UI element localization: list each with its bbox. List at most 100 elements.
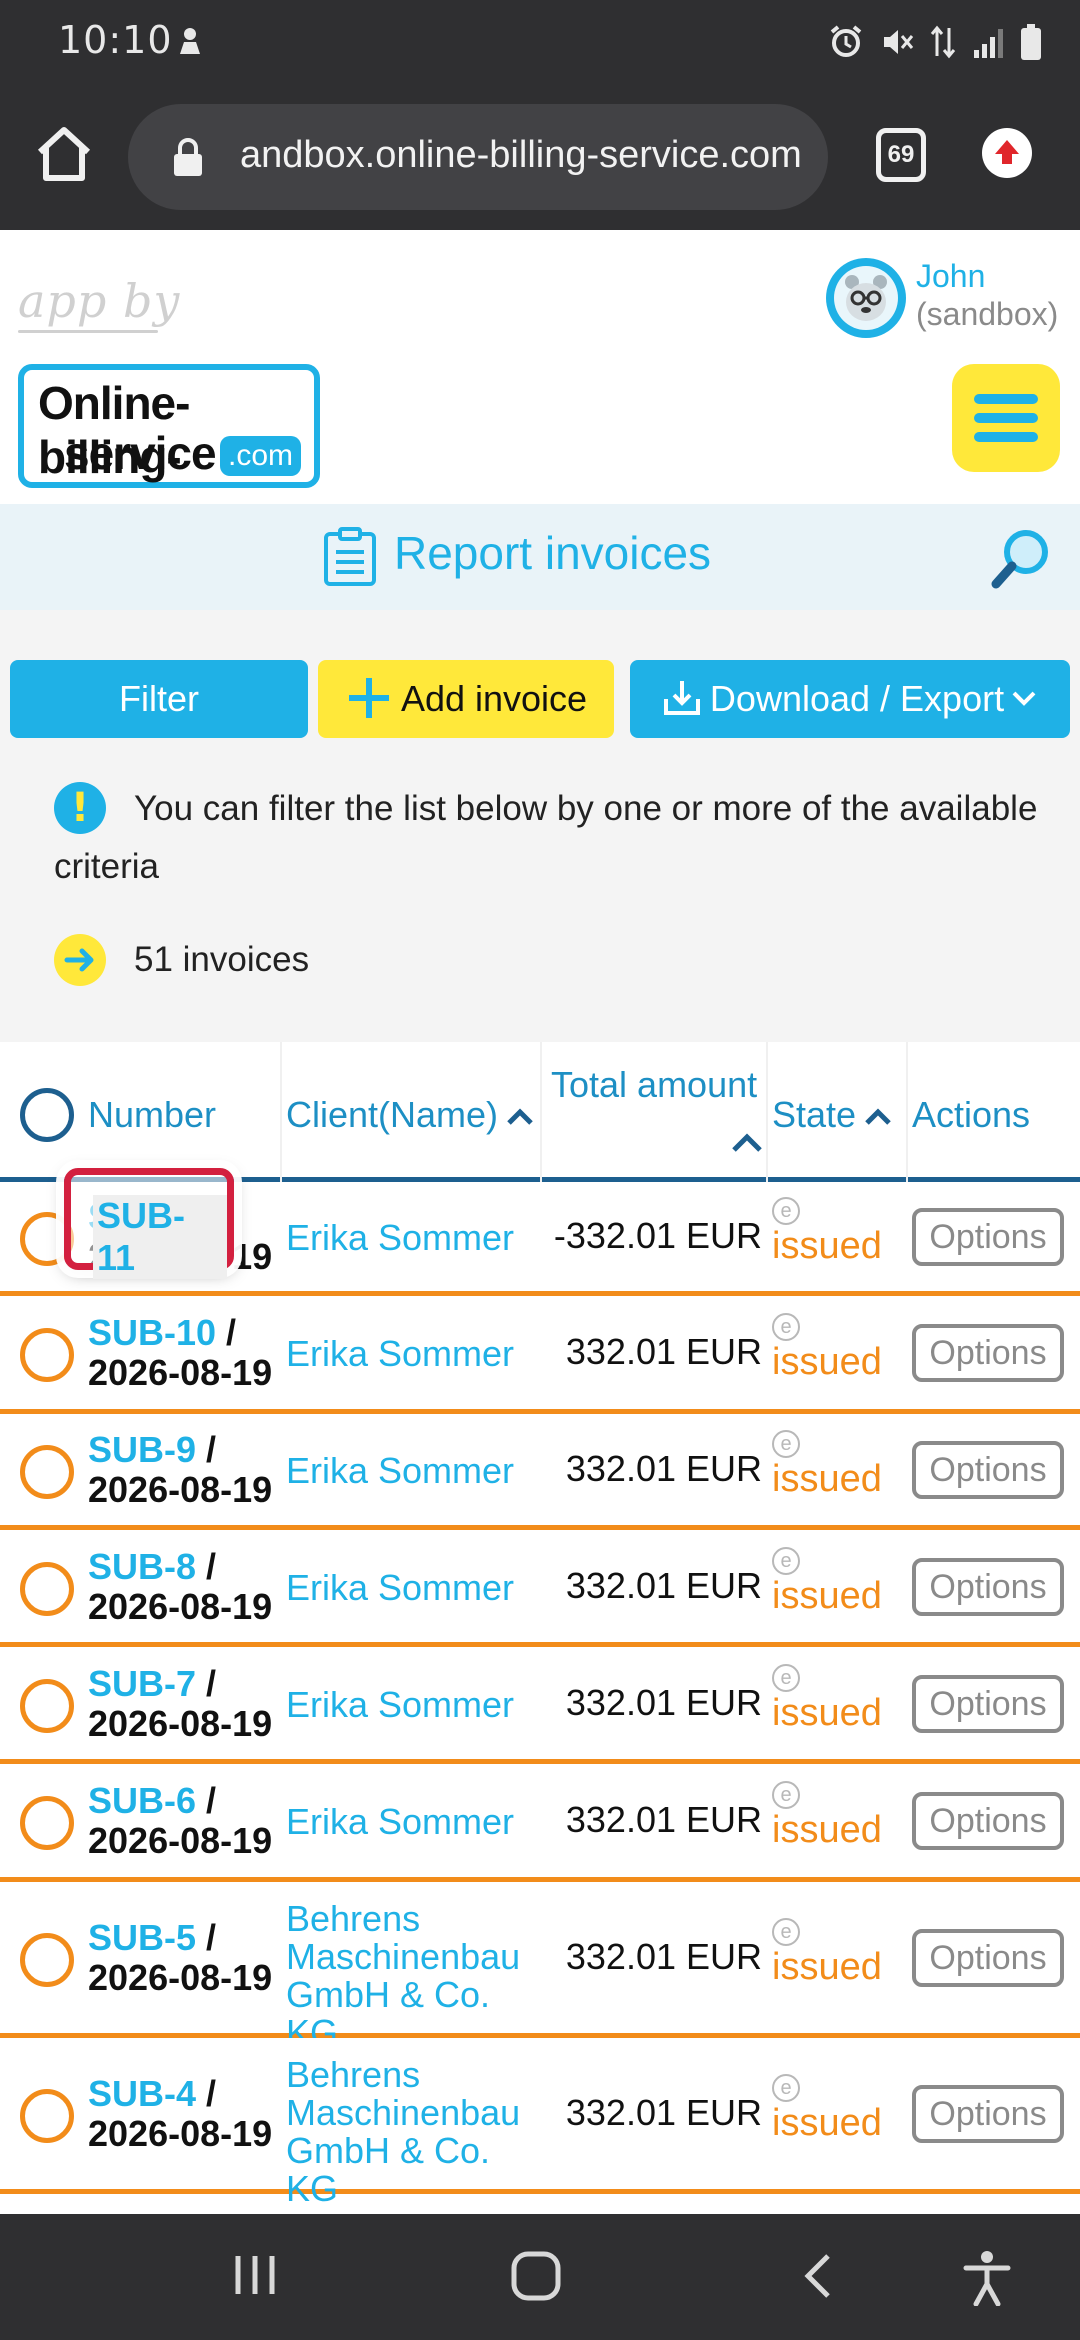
table-row[interactable]: SUB-10 /2026-08-19 Erika Sommer 332.01 EUR… [0,1296,1080,1414]
invoice-number-link[interactable]: SUB-7 [88,1663,196,1704]
tab-switcher-button[interactable]: 69 [876,128,926,182]
column-state: State [772,1094,857,1135]
invoice-number-cell: SUB-7 /2026-08-19 [88,1662,273,1744]
invoice-date: 2026-08-19 [88,1585,273,1627]
user-environment: (sandbox) [916,296,1059,332]
status-time: 10:10 [58,18,173,62]
user-name: John [916,258,986,294]
table-row[interactable]: SUB-4 /2026-08-19 Behrens Maschinenbau Gm… [0,2038,1080,2208]
invoice-number-link[interactable]: SUB-4 [88,2073,196,2114]
client-name-link[interactable]: Behrens Maschinenbau GmbH & Co. KG [286,2056,546,2208]
arrow-right-icon [54,934,106,986]
mute-icon [884,30,914,54]
e-invoice-icon: e [772,1197,800,1225]
options-button[interactable]: Options [912,1929,1064,1987]
sort-asc-icon[interactable] [730,1132,764,1154]
accessibility-icon[interactable] [962,2250,1012,2306]
client-name-link[interactable]: Erika Sommer [286,1685,546,1724]
column-separator [280,1042,282,1182]
hamburger-menu-button[interactable] [952,364,1060,472]
row-select-radio[interactable] [20,1678,74,1733]
invoice-date: 2026-08-19 [88,1702,273,1744]
status-icons [828,20,1042,64]
state-cell: e issued [772,1781,882,1852]
column-state-header[interactable]: State [772,1094,892,1136]
add-invoice-button[interactable]: Add invoice [318,660,614,738]
clipboard-icon [324,527,376,586]
search-icon[interactable] [988,526,1054,592]
table-row[interactable]: SUB-5 /2026-08-19 Behrens Maschinenbau Gm… [0,1882,1080,2052]
client-name-link[interactable]: Erika Sommer [286,1452,546,1490]
client-name-link[interactable]: Erika Sommer [286,1219,546,1257]
options-button[interactable]: Options [912,1208,1064,1266]
notification-icon [180,28,200,54]
address-bar[interactable]: andbox.online-billing-service.com [128,104,828,210]
invoice-number-link[interactable]: SUB-6 [88,1780,196,1821]
row-select-radio[interactable] [20,1445,74,1499]
table-row[interactable]: SUB-6 /2026-08-19 Erika Sommer 332.01 EUR e… [0,1764,1080,1882]
alarm-icon [830,25,862,57]
state-label: issued [772,1225,882,1267]
total-amount: 332.01 EUR [565,1331,762,1372]
options-button[interactable]: Options [912,2085,1064,2143]
column-total[interactable]: Total amount [551,1064,757,1106]
row-select-radio[interactable] [20,1328,74,1382]
column-client-header[interactable]: Client(Name) [286,1094,534,1136]
invoice-number-link[interactable]: SUB-8 [88,1546,196,1587]
invoice-number-link[interactable]: SUB-5 [88,1917,196,1958]
system-nav-bar [0,2214,1080,2340]
client-name-link[interactable]: Behrens Maschinenbau GmbH & Co. KG [286,1900,546,2052]
column-client: Client(Name) [286,1094,499,1135]
client-name-link[interactable]: Erika Sommer [286,1803,546,1841]
state-label: issued [772,1458,882,1500]
url-text: andbox.online-billing-service.com [240,134,802,176]
row-select-radio[interactable] [20,1933,74,1987]
client-name-link[interactable]: Erika Sommer [286,1568,546,1607]
logo-com: .com [220,436,302,476]
invoice-number-link[interactable]: SUB-10 [88,1312,216,1353]
highlight-label[interactable]: SUB-11 [93,1195,227,1279]
invoice-number-link[interactable]: SUB-9 [88,1429,196,1470]
column-actions: Actions [912,1094,1031,1135]
home-icon[interactable] [32,122,96,186]
row-select-radio[interactable] [20,2089,74,2143]
table-row[interactable]: SUB-7 /2026-08-19 Erika Sommer 332.01 EUR e… [0,1647,1080,1764]
invoice-number-cell: SUB-6 /2026-08-19 [88,1780,273,1861]
state-cell: e issued [772,1546,882,1618]
options-button[interactable]: Options [912,1792,1064,1850]
filter-button[interactable]: Filter [10,660,308,738]
signal-icon [974,29,1003,58]
row-select-radio[interactable] [20,1561,74,1616]
client-name-link[interactable]: Erika Sommer [286,1335,546,1373]
invoice-date: 2026-08-19 [88,2113,273,2154]
state-cell: e issued [772,1918,882,1989]
state-cell: e issued [772,1197,882,1268]
options-button[interactable]: Options [912,1441,1064,1499]
download-export-button[interactable]: Download / Export [630,660,1070,738]
sort-asc-icon [865,1108,891,1126]
invoice-date: 2026-08-19 [88,1352,273,1393]
recent-apps-icon[interactable] [232,2250,278,2300]
back-icon[interactable] [800,2250,836,2302]
options-button[interactable]: Options [912,1674,1064,1733]
invoice-number-cell: SUB-10 /2026-08-19 [88,1312,273,1393]
select-all-radio[interactable] [20,1088,74,1142]
upload-icon [995,140,1019,164]
column-separator [906,1042,908,1182]
column-number[interactable]: Number [88,1094,216,1136]
options-button[interactable]: Options [912,1557,1064,1616]
table-row[interactable]: SUB-8 /2026-08-19 Erika Sommer 332.01 EUR e… [0,1530,1080,1647]
brand-logo[interactable]: Online-billing- service .com [18,364,320,488]
row-select-radio[interactable] [20,1796,74,1850]
invoice-count: 51 invoices [134,940,310,979]
upload-button[interactable] [982,128,1032,178]
table-row[interactable]: SUB-9 /2026-08-19 Erika Sommer 332.01 EUR e… [0,1414,1080,1530]
options-button[interactable]: Options [912,1324,1064,1382]
e-invoice-icon: e [772,1781,800,1809]
add-invoice-label: Add invoice [400,678,588,719]
user-account[interactable]: John (sandbox) [826,258,1066,342]
sort-asc-icon [507,1108,533,1126]
home-nav-icon[interactable] [510,2250,562,2302]
state-cell: e issued [772,1663,882,1735]
state-label: issued [772,1691,882,1734]
